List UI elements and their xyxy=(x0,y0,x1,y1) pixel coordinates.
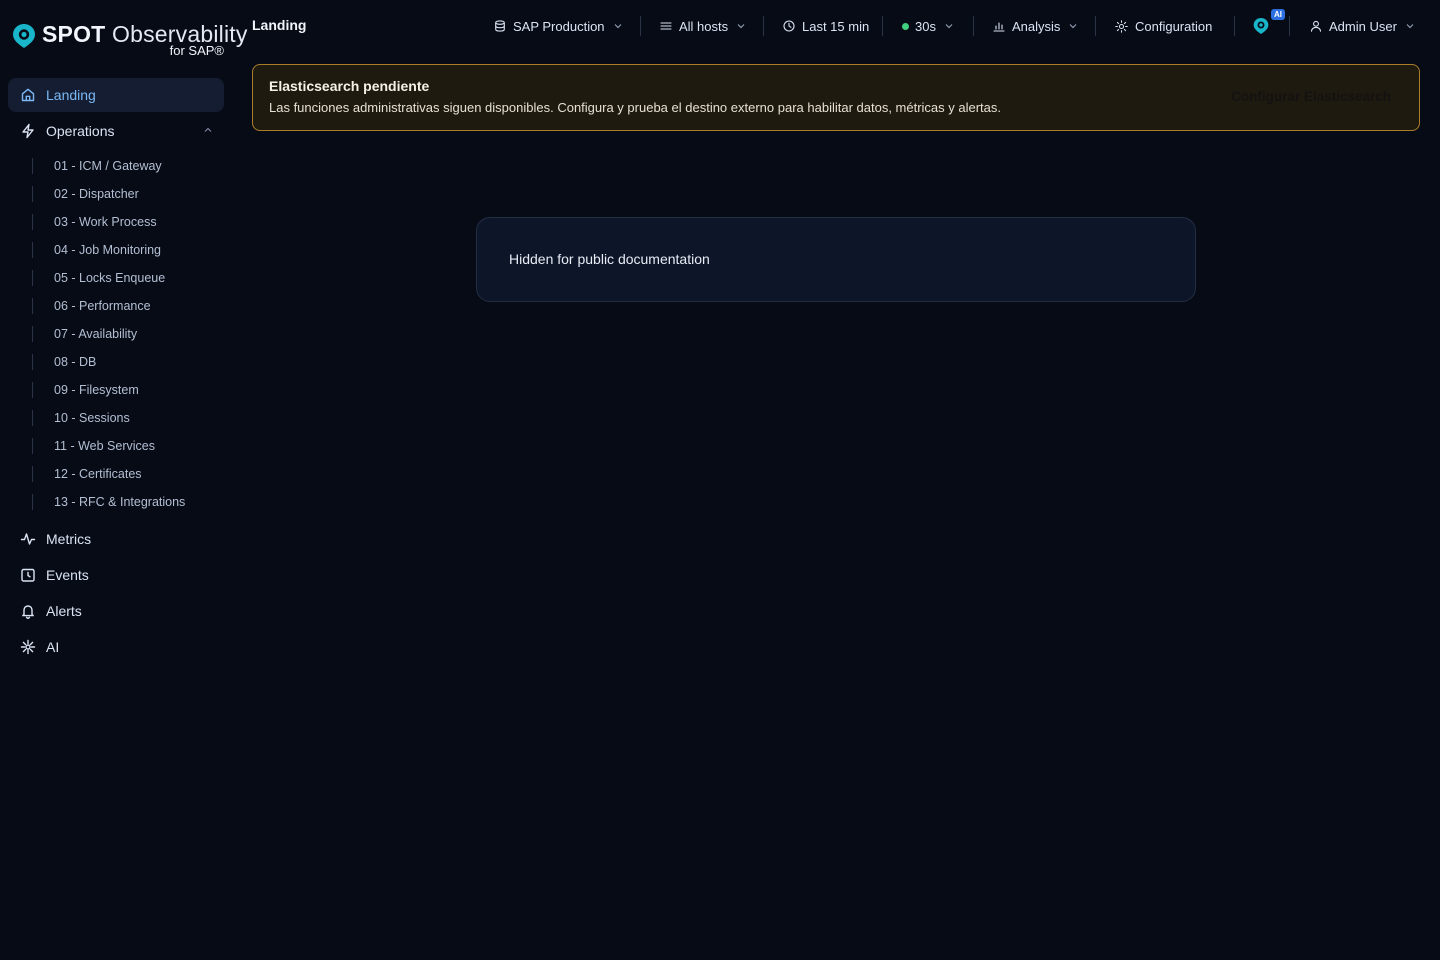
operations-submenu: 01 - ICM / Gateway 02 - Dispatcher 03 - … xyxy=(8,152,224,516)
header-separator xyxy=(1095,16,1096,36)
header-separator xyxy=(973,16,974,36)
chevron-down-icon xyxy=(1069,24,1077,29)
sidebar-subitem-locks-enqueue[interactable]: 05 - Locks Enqueue xyxy=(8,264,224,292)
user-menu[interactable]: Admin User xyxy=(1310,14,1414,38)
sidebar-item-alerts[interactable]: Alerts xyxy=(8,594,224,628)
calendar-clock-icon xyxy=(21,568,35,582)
refresh-interval-selector[interactable]: 30s xyxy=(902,14,953,38)
sidebar-subitem-availability[interactable]: 07 - Availability xyxy=(8,320,224,348)
gear-icon xyxy=(1115,19,1128,33)
user-icon xyxy=(1310,20,1322,32)
sidebar-subitem-web-services[interactable]: 11 - Web Services xyxy=(8,432,224,460)
app-logo[interactable]: SPOT Observability for SAP® xyxy=(12,20,247,60)
refresh-status-dot xyxy=(902,22,909,30)
logo-bold: SPOT xyxy=(42,21,106,47)
ai-assistant-button[interactable]: AI xyxy=(1252,9,1292,40)
banner-title: Elasticsearch pendiente xyxy=(269,78,430,94)
chevron-down-icon xyxy=(1406,24,1414,29)
banner-message: Las funciones administrativas siguen dis… xyxy=(269,100,1002,115)
time-range-selector[interactable]: Last 15 min xyxy=(783,14,869,38)
sidebar-subitem-db[interactable]: 08 - DB xyxy=(8,348,224,376)
sidebar-item-landing[interactable]: Landing xyxy=(8,78,224,112)
list-icon xyxy=(660,22,672,30)
sidebar-subitem-rfc-integrations[interactable]: 13 - RFC & Integrations xyxy=(8,488,224,516)
sidebar-subitem-dispatcher[interactable]: 02 - Dispatcher xyxy=(8,180,224,208)
sidebar-subitem-sessions[interactable]: 10 - Sessions xyxy=(8,404,224,432)
hosts-selector[interactable]: All hosts xyxy=(660,14,745,38)
sidebar-item-events[interactable]: Events xyxy=(8,558,224,592)
header-separator xyxy=(640,16,641,36)
chevron-down-icon xyxy=(614,24,621,29)
bolt-icon xyxy=(22,123,34,139)
header-separator xyxy=(1289,16,1290,36)
user-menu-label: Admin User xyxy=(1329,18,1397,34)
home-icon xyxy=(21,88,35,102)
spot-ai-icon xyxy=(1253,18,1269,34)
sidebar-item-label: Operations xyxy=(46,123,115,139)
chevron-down-icon xyxy=(945,24,953,29)
hosts-selector-label: All hosts xyxy=(679,18,729,34)
system-selector-label: SAP Production xyxy=(513,18,605,34)
header-separator xyxy=(882,16,883,36)
sidebar-item-operations[interactable]: Operations xyxy=(8,114,224,148)
sidebar-item-label: Events xyxy=(46,567,89,583)
top-header: Landing SAP Production All hosts Last 15… xyxy=(232,0,1440,52)
chevron-up-icon[interactable] xyxy=(204,127,212,133)
sidebar-item-ai[interactable]: AI xyxy=(8,630,224,664)
sidebar-item-label: Landing xyxy=(46,87,96,103)
sidebar-lower-items: Metrics Events Alerts AI xyxy=(8,522,224,664)
clock-icon xyxy=(783,20,795,32)
database-icon xyxy=(495,20,505,32)
chevron-down-icon xyxy=(737,24,745,29)
sidebar-subitem-performance[interactable]: 06 - Performance xyxy=(8,292,224,320)
configuration-button[interactable]: Configuration xyxy=(1115,14,1212,38)
activity-icon xyxy=(20,533,36,545)
configure-elasticsearch-button[interactable]: Configurar Elasticsearch xyxy=(1231,89,1391,104)
sidebar-nav: Landing Operations 01 - ICM / Gateway 02… xyxy=(8,78,224,666)
header-separator xyxy=(763,16,764,36)
sidebar-item-metrics[interactable]: Metrics xyxy=(8,522,224,556)
refresh-interval-label: 30s xyxy=(915,18,936,34)
bar-chart-icon xyxy=(993,22,1005,32)
configuration-label: Configuration xyxy=(1135,18,1213,34)
sidebar-subitem-filesystem[interactable]: 09 - Filesystem xyxy=(8,376,224,404)
time-range-label: Last 15 min xyxy=(802,18,870,34)
elasticsearch-warning-banner: Elasticsearch pendiente Las funciones ad… xyxy=(252,64,1420,131)
analysis-menu-label: Analysis xyxy=(1012,18,1061,34)
hidden-content-card: Hidden for public documentation xyxy=(476,217,1196,302)
hidden-content-text: Hidden for public documentation xyxy=(509,251,710,267)
ai-badge: AI xyxy=(1271,9,1285,20)
analysis-menu[interactable]: Analysis xyxy=(993,14,1077,38)
header-separator xyxy=(1234,16,1235,36)
sidebar-subitem-job-monitoring[interactable]: 04 - Job Monitoring xyxy=(8,236,224,264)
system-selector[interactable]: SAP Production xyxy=(494,14,622,38)
sidebar: SPOT Observability for SAP® Landing Oper… xyxy=(0,0,247,960)
sidebar-item-label: Alerts xyxy=(46,603,82,619)
page-title: Landing xyxy=(252,17,307,33)
sidebar-subitem-certificates[interactable]: 12 - Certificates xyxy=(8,460,224,488)
logo-mark-icon xyxy=(13,24,35,48)
logo-subtitle: for SAP® xyxy=(169,43,224,58)
sidebar-item-label: Metrics xyxy=(46,531,92,547)
sidebar-item-label: AI xyxy=(46,639,60,655)
sidebar-subitem-icm-gateway[interactable]: 01 - ICM / Gateway xyxy=(8,152,224,180)
sidebar-subitem-work-process[interactable]: 03 - Work Process xyxy=(8,208,224,236)
sparkle-icon xyxy=(20,639,36,655)
bell-icon xyxy=(22,605,34,619)
